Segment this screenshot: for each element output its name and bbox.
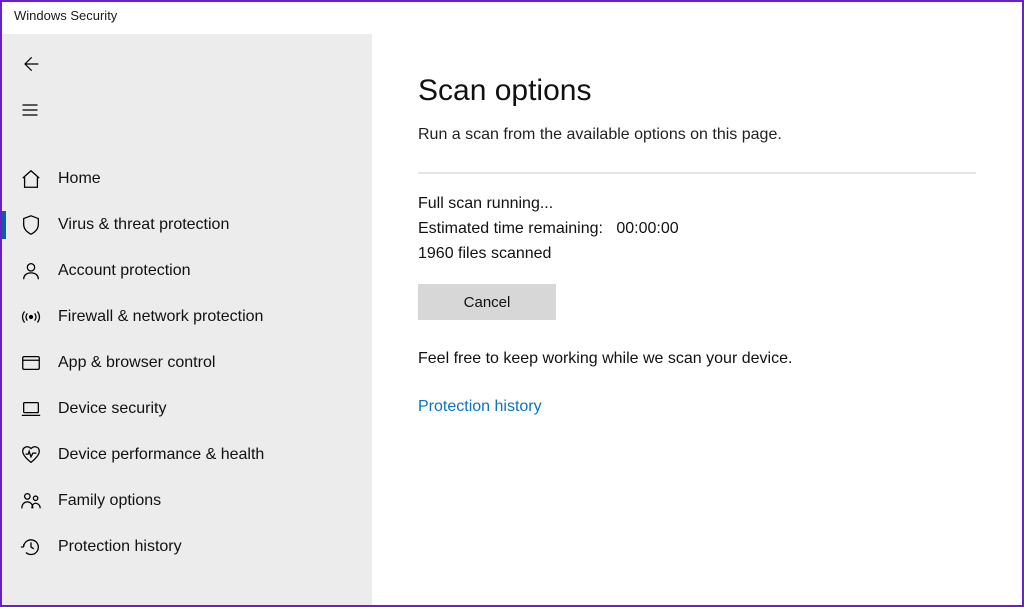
sidebar-nav: Home Virus & threat protection Account p… <box>2 156 372 570</box>
heart-pulse-icon <box>20 444 42 466</box>
sidebar-item-label: Firewall & network protection <box>58 308 263 326</box>
sidebar-item-label: Protection history <box>58 538 182 556</box>
laptop-icon <box>20 398 42 420</box>
section-divider <box>418 172 976 174</box>
page-title: Scan options <box>418 74 976 108</box>
window-title: Windows Security <box>2 2 1022 34</box>
sidebar-item-app-browser[interactable]: App & browser control <box>2 340 372 386</box>
sidebar-item-label: Family options <box>58 492 161 510</box>
sidebar-item-label: App & browser control <box>58 354 215 372</box>
antenna-icon <box>20 306 42 328</box>
history-icon <box>20 536 42 558</box>
sidebar-item-account[interactable]: Account protection <box>2 248 372 294</box>
sidebar-item-label: Device performance & health <box>58 446 264 464</box>
sidebar-item-family[interactable]: Family options <box>2 478 372 524</box>
sidebar-item-label: Virus & threat protection <box>58 216 229 234</box>
sidebar-item-firewall[interactable]: Firewall & network protection <box>2 294 372 340</box>
sidebar: Home Virus & threat protection Account p… <box>2 34 372 605</box>
back-arrow-icon <box>20 54 40 74</box>
scan-status-files: 1960 files scanned <box>418 242 976 267</box>
family-icon <box>20 490 42 512</box>
eta-label: Estimated time remaining: <box>418 220 603 237</box>
sidebar-item-label: Home <box>58 170 101 188</box>
hamburger-button[interactable] <box>2 92 372 128</box>
scan-hint: Feel free to keep working while we scan … <box>418 350 976 368</box>
sidebar-item-protection-history[interactable]: Protection history <box>2 524 372 570</box>
shield-icon <box>20 214 42 236</box>
scan-status-eta: Estimated time remaining: 00:00:00 <box>418 217 976 242</box>
scan-status-running: Full scan running... <box>418 192 976 217</box>
cancel-button[interactable]: Cancel <box>418 284 556 320</box>
sidebar-item-performance[interactable]: Device performance & health <box>2 432 372 478</box>
home-icon <box>20 168 42 190</box>
sidebar-item-virus-threat[interactable]: Virus & threat protection <box>2 202 372 248</box>
main-content: Scan options Run a scan from the availab… <box>372 34 1022 605</box>
sidebar-item-device-security[interactable]: Device security <box>2 386 372 432</box>
eta-value: 00:00:00 <box>616 220 678 237</box>
sidebar-item-label: Account protection <box>58 262 191 280</box>
page-subtitle: Run a scan from the available options on… <box>418 126 976 144</box>
sidebar-item-label: Device security <box>58 400 166 418</box>
sidebar-item-home[interactable]: Home <box>2 156 372 202</box>
back-button[interactable] <box>2 46 372 82</box>
protection-history-link[interactable]: Protection history <box>418 398 542 416</box>
app-window-icon <box>20 352 42 374</box>
person-icon <box>20 260 42 282</box>
hamburger-icon <box>20 100 40 120</box>
